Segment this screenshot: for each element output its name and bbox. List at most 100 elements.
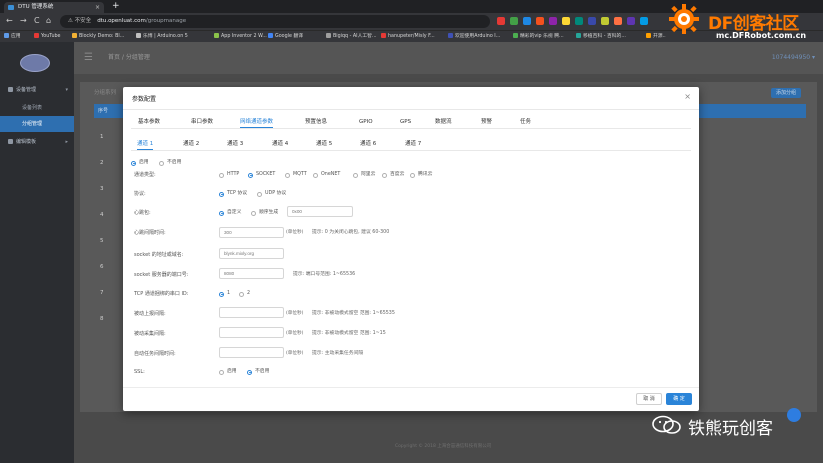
config-tab[interactable]: 串口参数 bbox=[191, 117, 213, 127]
app-logo[interactable] bbox=[20, 54, 50, 72]
channel-type-radio[interactable] bbox=[248, 172, 253, 178]
home-icon[interactable]: ⌂ bbox=[46, 16, 51, 26]
browser-extension-icon[interactable] bbox=[627, 17, 635, 25]
heartbeat-mode-radio[interactable] bbox=[251, 210, 256, 216]
tcp-bind-serial-option-label: 2 bbox=[247, 291, 251, 296]
bookmark-item[interactable]: Bigiqq - AI人工智... bbox=[326, 33, 377, 41]
bookmark-item[interactable]: App Inventor 2 W... bbox=[214, 33, 267, 41]
channel-enable-radio[interactable] bbox=[131, 160, 136, 166]
bookmark-label: Blockly Demo: Bl... bbox=[79, 34, 125, 39]
sidebar-item[interactable]: 编辑模板 ▸ bbox=[0, 134, 74, 150]
browser-extension-icon[interactable] bbox=[601, 17, 609, 25]
bookmark-item[interactable]: 开源.. bbox=[646, 33, 666, 41]
bookmark-item[interactable]: Google 翻译 bbox=[268, 33, 303, 41]
browser-extension-icon[interactable] bbox=[523, 17, 531, 25]
footer-copyright: Copyright © 2018 上海合宙通信科技有限公司 bbox=[395, 444, 492, 449]
bookmark-favicon-icon bbox=[136, 33, 141, 38]
channel-type-radio[interactable] bbox=[382, 172, 387, 178]
channel-tab[interactable]: 通道 6 bbox=[360, 139, 376, 149]
browser-extension-icon[interactable] bbox=[640, 17, 648, 25]
wechat-watermark: 铁熊玩创客 bbox=[652, 412, 802, 439]
bookmark-item[interactable]: YouTube bbox=[34, 33, 61, 41]
browser-extension-icon[interactable] bbox=[497, 17, 505, 25]
channel-tab[interactable]: 通道 5 bbox=[316, 139, 332, 149]
browser-extension-icon[interactable] bbox=[536, 17, 544, 25]
browser-extension-icon[interactable] bbox=[614, 17, 622, 25]
bookmark-item[interactable]: 乐博 | Arduino.on 5 bbox=[136, 33, 188, 41]
menu-toggle-icon[interactable]: ☰ bbox=[84, 42, 93, 74]
browser-extension-icon[interactable] bbox=[510, 17, 518, 25]
bookmark-item[interactable]: 欢迎使用Arduino I... bbox=[448, 33, 500, 41]
cancel-button[interactable]: 取 消 bbox=[636, 393, 662, 405]
breadcrumb[interactable]: 首页 / 分组管理 bbox=[108, 42, 150, 74]
protocol-radio[interactable] bbox=[219, 191, 224, 197]
config-tab[interactable]: GPIO bbox=[359, 117, 373, 127]
security-warning[interactable]: ⚠ 不安全 bbox=[68, 18, 91, 24]
config-tab[interactable]: 预置信息 bbox=[305, 117, 327, 127]
tcp-bind-serial-radio[interactable] bbox=[239, 291, 244, 297]
channel-type-radio[interactable] bbox=[410, 172, 415, 178]
channel-type-radio[interactable] bbox=[219, 172, 224, 178]
socket-port-input[interactable] bbox=[219, 268, 284, 279]
config-tab[interactable]: 数据流 bbox=[435, 117, 452, 127]
heartbeat-content-input[interactable] bbox=[287, 206, 353, 217]
channel-tab[interactable]: 通道 1 bbox=[137, 139, 154, 150]
user-account-menu[interactable]: 1074494950 ▾ bbox=[772, 42, 815, 74]
socket-address-input[interactable] bbox=[219, 248, 284, 259]
channel-tab[interactable]: 通道 2 bbox=[183, 139, 199, 149]
channel-type-option-label: 腾讯云 bbox=[418, 172, 433, 177]
passive-upload-input[interactable] bbox=[219, 307, 284, 318]
table-row-index: 7 bbox=[100, 290, 104, 296]
channel-enable-option-label: 不启用 bbox=[167, 160, 182, 165]
sidebar-item[interactable]: 设备列表 bbox=[0, 100, 74, 116]
bookmark-item[interactable]: 移植百科 - 百科的... bbox=[576, 33, 626, 41]
channel-tab[interactable]: 通道 7 bbox=[405, 139, 421, 149]
channel-tab[interactable]: 通道 4 bbox=[272, 139, 288, 149]
sidebar-item[interactable]: 分组管理 bbox=[0, 116, 74, 132]
channel-type-radio[interactable] bbox=[353, 172, 358, 178]
assistant-badge-icon[interactable] bbox=[787, 408, 801, 422]
browser-tab[interactable]: DTU 管理系统 × bbox=[4, 2, 104, 13]
channel-type-radio[interactable] bbox=[313, 172, 318, 178]
dialog-close-icon[interactable]: × bbox=[684, 92, 691, 101]
forward-arrow-icon[interactable]: → bbox=[20, 16, 27, 26]
heartbeat-interval-input[interactable] bbox=[219, 227, 284, 238]
protocol-radio[interactable] bbox=[257, 191, 262, 197]
ssl-radio[interactable] bbox=[219, 369, 224, 375]
add-group-button[interactable]: 添加分组 bbox=[771, 88, 801, 98]
browser-extension-icon[interactable] bbox=[562, 17, 570, 25]
config-tab[interactable]: 任务 bbox=[520, 117, 531, 127]
tcp-bind-serial-radio[interactable] bbox=[219, 291, 224, 297]
reload-icon[interactable]: C bbox=[34, 16, 40, 26]
heartbeat-mode-radio[interactable] bbox=[219, 210, 224, 216]
tab-close-icon[interactable]: × bbox=[95, 2, 100, 13]
browser-extension-icon[interactable] bbox=[575, 17, 583, 25]
channel-type-radio[interactable] bbox=[285, 172, 290, 178]
sidebar-item[interactable]: 设备管理 ▾ bbox=[0, 82, 74, 98]
browser-extension-icon[interactable] bbox=[549, 17, 557, 25]
config-tab[interactable]: 基本参数 bbox=[138, 117, 160, 127]
ssl-radio[interactable] bbox=[247, 369, 252, 375]
channel-enable-radio[interactable] bbox=[159, 160, 164, 166]
config-tab[interactable]: 预警 bbox=[481, 117, 492, 127]
bookmark-label: hanupeter/Misly F... bbox=[388, 34, 435, 39]
heartbeat-mode-option-label: 顺序生成 bbox=[259, 210, 279, 215]
passive-collect-input[interactable] bbox=[219, 327, 284, 338]
watermark-author: 铁熊玩创客 bbox=[688, 419, 773, 439]
channel-tab[interactable]: 通道 3 bbox=[227, 139, 243, 149]
bookmark-favicon-icon bbox=[4, 33, 9, 38]
auto-task-unit: (单位秒) bbox=[286, 351, 304, 356]
back-arrow-icon[interactable]: ← bbox=[6, 16, 13, 26]
bookmark-item[interactable]: hanupeter/Misly F... bbox=[381, 33, 435, 41]
config-tab[interactable]: GPS bbox=[400, 117, 411, 127]
bookmark-item[interactable]: 精彩的vip 乐视 腾... bbox=[513, 33, 564, 41]
bookmark-item[interactable]: Blockly Demo: Bl... bbox=[72, 33, 124, 41]
new-tab-button[interactable]: + bbox=[112, 1, 120, 12]
confirm-button[interactable]: 确 定 bbox=[666, 393, 692, 405]
browser-extension-icon[interactable] bbox=[588, 17, 596, 25]
bookmark-item[interactable]: 应用 bbox=[4, 33, 21, 41]
auto-task-interval-input[interactable] bbox=[219, 347, 284, 358]
passive-upload-unit: (单位秒) bbox=[286, 311, 304, 316]
url-input[interactable]: ⚠ 不安全 dtu.openluat.com/groupmanage bbox=[60, 15, 490, 28]
config-tab[interactable]: 网络通道参数 bbox=[240, 117, 274, 128]
